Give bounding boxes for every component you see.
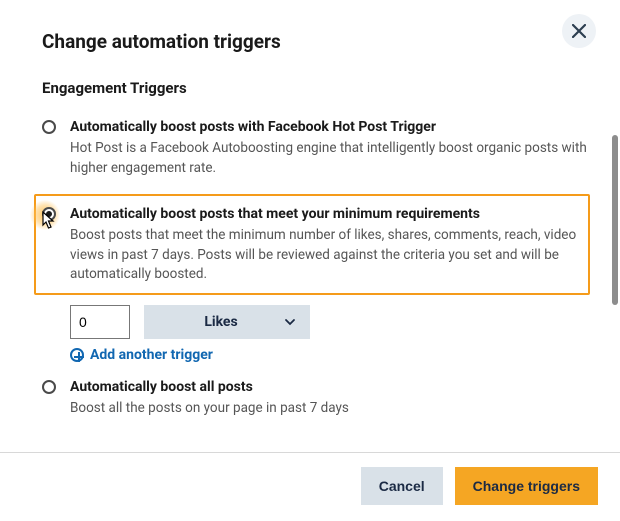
scrollbar-thumb[interactable] (612, 135, 618, 305)
threshold-input[interactable] (70, 305, 130, 339)
dialog-title: Change automation triggers (42, 30, 590, 53)
option-minreq[interactable]: Automatically boost posts that meet your… (42, 204, 580, 285)
option-desc: Boost posts that meet the minimum number… (70, 226, 580, 285)
highlight-box: Automatically boost posts that meet your… (34, 194, 590, 295)
option-all[interactable]: Automatically boost all posts Boost all … (42, 377, 590, 429)
option-desc: Hot Post is a Facebook Autoboosting engi… (70, 139, 590, 178)
change-triggers-button[interactable]: Change triggers (455, 467, 598, 505)
close-icon (572, 24, 586, 38)
option-title: Automatically boost all posts (70, 379, 590, 395)
add-trigger-link[interactable]: Add another trigger (70, 347, 590, 363)
metric-select-label: Likes (158, 314, 284, 330)
option-desc: Boost all the posts on your page in past… (70, 399, 590, 419)
option-title: Automatically boost posts with Facebook … (70, 119, 590, 135)
option-title: Automatically boost posts that meet your… (70, 206, 580, 222)
minreq-controls: Likes (70, 305, 590, 339)
add-trigger-label: Add another trigger (90, 347, 213, 363)
radio-hotpost[interactable] (42, 120, 56, 134)
option-hotpost[interactable]: Automatically boost posts with Facebook … (42, 117, 590, 188)
metric-select[interactable]: Likes (144, 305, 310, 339)
cancel-button[interactable]: Cancel (361, 467, 443, 505)
radio-minreq[interactable] (42, 207, 56, 221)
dialog-footer: Cancel Change triggers (0, 452, 620, 521)
section-title: Engagement Triggers (42, 79, 590, 97)
radio-all[interactable] (42, 380, 56, 394)
change-triggers-dialog: Change automation triggers Engagement Tr… (0, 0, 620, 521)
chevron-down-icon (284, 316, 296, 328)
plus-circle-icon (70, 348, 84, 362)
close-button[interactable] (562, 14, 596, 48)
